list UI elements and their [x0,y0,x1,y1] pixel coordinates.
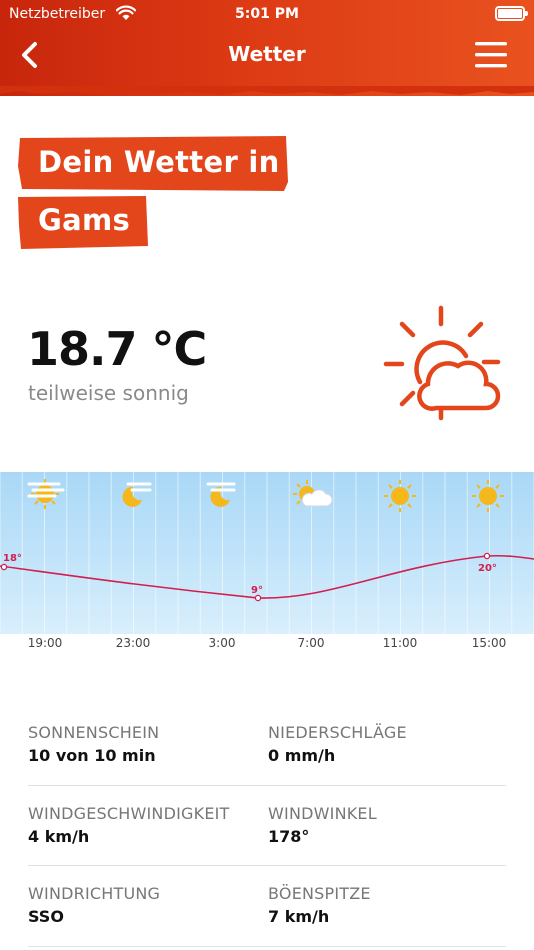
time-label: 7:00 [297,636,325,650]
menu-button[interactable] [472,38,510,72]
current-condition: teilweise sonnig [28,381,189,405]
temperature-point [254,594,262,602]
divider [28,785,506,786]
divider [28,865,506,866]
detail-wind-angle: WINDWINKEL 178° [268,804,377,846]
detail-label: WINDRICHTUNG [28,884,161,903]
time-label: 23:00 [115,636,151,650]
detail-wind-speed: WINDGESCHWINDIGKEIT 4 km/h [28,804,230,846]
temperature-label: 9° [251,585,263,596]
detail-label: WINDGESCHWINDIGKEIT [28,804,230,823]
detail-sunshine: SONNENSCHEIN 10 von 10 min [28,723,159,765]
time-label: 11:00 [382,636,418,650]
detail-value: 0 mm/h [268,746,336,765]
sun-haze-icon [27,479,65,509]
detail-label: BÖENSPITZE [268,884,371,903]
forecast-graphic: 18° 9° 20° [0,472,534,634]
battery-icon [495,6,528,21]
time-label: 15:00 [471,636,507,650]
detail-value: SSO [28,907,64,926]
detail-label: NIEDERSCHLÄGE [268,723,407,742]
app-header: Netzbetreiber 5:01 PM Wetter [0,0,534,96]
divider [28,946,506,947]
headline-banner-line2: Gams [18,196,148,252]
status-bar: Netzbetreiber 5:01 PM [0,0,534,30]
forecast-chart[interactable]: 18° 9° 20° [0,472,534,634]
headline-line2: Gams [38,203,131,237]
detail-value: 10 von 10 min [28,746,156,765]
temperature-label: 20° [478,563,497,574]
detail-value: 4 km/h [28,827,90,846]
detail-value: 7 km/h [268,907,330,926]
temperature-label: 18° [3,553,22,564]
detail-label: SONNENSCHEIN [28,723,160,742]
temperature-point [0,563,8,571]
detail-wind-direction: WINDRICHTUNG SSO [28,884,160,926]
time-label: 19:00 [27,636,63,650]
moon-haze-icon [206,482,236,507]
headline-line1: Dein Wetter in [38,145,280,179]
sun-icon [472,480,504,512]
sun-cloud-icon [293,480,333,507]
current-temperature: 18.7 °C [27,322,207,376]
moon-haze-icon [122,482,152,507]
partly-cloudy-icon [383,305,501,421]
page-title: Wetter [228,42,306,66]
detail-label: WINDWINKEL [268,804,377,823]
headline-banner-line1: Dein Wetter in [18,136,290,192]
status-time: 5:01 PM [235,6,299,22]
forecast-time-axis: 19:00 23:00 3:00 7:00 11:00 15:00 [0,634,534,656]
detail-value: 178° [268,827,310,846]
detail-gust-peak: BÖENSPITZE 7 km/h [268,884,371,926]
time-label: 3:00 [208,636,236,650]
temperature-point [483,552,491,560]
header-torn-edge [0,86,534,95]
detail-precipitation: NIEDERSCHLÄGE 0 mm/h [268,723,407,765]
